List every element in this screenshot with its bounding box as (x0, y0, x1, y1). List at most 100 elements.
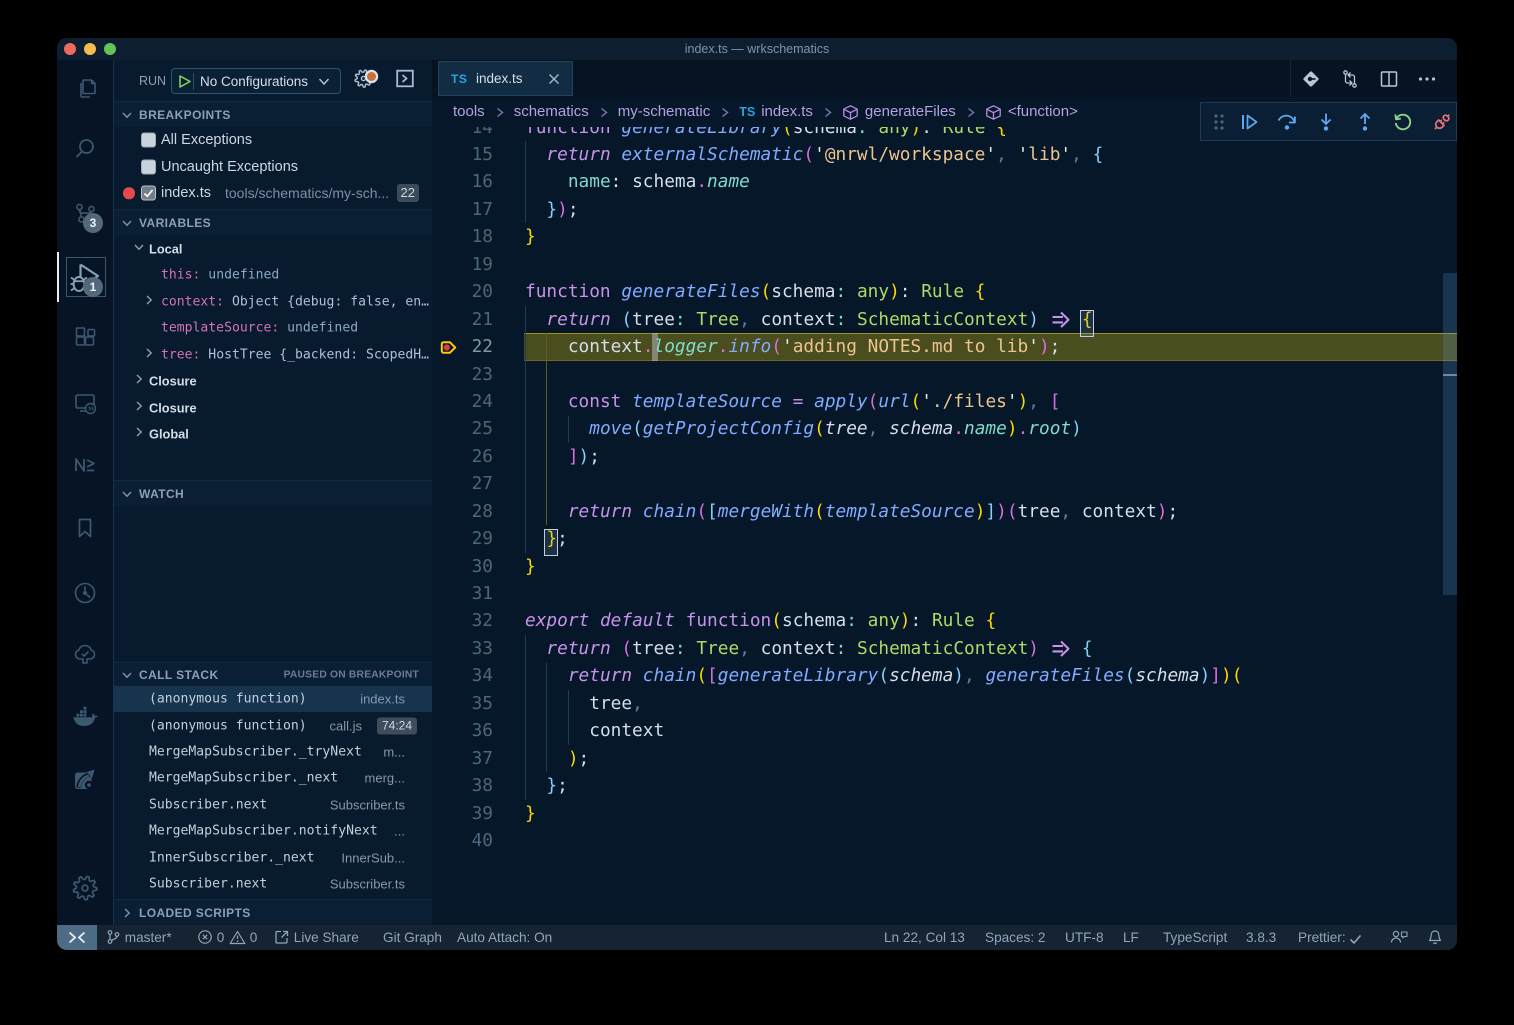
code-line[interactable]: 31 (432, 580, 1457, 607)
breadcrumb-item[interactable]: my-schematic (618, 97, 711, 127)
variables-row[interactable]: this: undefined (114, 262, 432, 289)
code-line[interactable]: 34 return chain([generateLibrary(schema)… (432, 662, 1457, 689)
code-line[interactable]: 23 (432, 361, 1457, 388)
activity-bar-item-remote-explorer[interactable] (57, 378, 113, 428)
activity-bar-item-explorer[interactable] (57, 63, 113, 113)
status-git-graph[interactable]: Git Graph (383, 925, 442, 950)
breakpoint-checkbox[interactable] (141, 186, 156, 201)
code-line[interactable]: 27 (432, 470, 1457, 497)
status-errors[interactable]: 0 (197, 925, 224, 950)
variables-row[interactable]: tree: HostTree {_backend: ScopedH… (114, 342, 432, 369)
editor-action-more-actions[interactable] (1414, 66, 1440, 92)
debug-toolbar-disconnect[interactable] (1427, 103, 1457, 140)
breakpoint-row[interactable]: All Exceptions (114, 127, 432, 154)
status-warnings[interactable]: 0 (229, 925, 257, 950)
section-header-loaded-scripts[interactable]: LOADED SCRIPTS (114, 899, 432, 925)
code-line[interactable]: 18} (432, 223, 1457, 250)
breadcrumb-item[interactable]: schematics (514, 97, 589, 127)
tab-index-ts[interactable]: TS index.ts (438, 61, 573, 96)
activity-bar-item-manage[interactable] (57, 863, 113, 913)
call-stack-frame[interactable]: MergeMapSubscriber._nextmerg... (114, 765, 432, 791)
code-line[interactable]: 30} (432, 553, 1457, 580)
code-line[interactable]: 19 (432, 251, 1457, 278)
code-line[interactable]: 28 return chain([mergeWith(templateSourc… (432, 498, 1457, 525)
activity-bar-item-share[interactable] (57, 755, 113, 805)
call-stack-frame[interactable]: Subscriber.nextSubscriber.ts (114, 792, 432, 818)
code-line[interactable]: 36 context (432, 717, 1457, 744)
editor-action-split-editor[interactable] (1376, 66, 1402, 92)
editor-action-open-changes[interactable] (1298, 66, 1324, 92)
call-stack-frame[interactable]: InnerSubscriber._nextInnerSub... (114, 844, 432, 870)
scrollbar-slider[interactable] (1443, 273, 1457, 595)
status-eol[interactable]: LF (1123, 925, 1139, 950)
code-line[interactable]: 22 context.logger.info('adding NOTES.md … (432, 333, 1457, 360)
code-line[interactable]: 25 move(getProjectConfig(tree, schema.na… (432, 415, 1457, 442)
activity-bar-item-search[interactable] (57, 123, 113, 173)
editor-action-switch-editor[interactable] (1337, 66, 1363, 92)
breadcrumb-item[interactable]: <function> (985, 97, 1078, 127)
code-line[interactable]: 39} (432, 800, 1457, 827)
breadcrumb-item[interactable]: TSindex.ts (739, 97, 813, 127)
breadcrumb-item[interactable]: generateFiles (842, 97, 956, 127)
status-live-share[interactable]: Live Share (274, 925, 359, 950)
activity-bar-item-nx-console[interactable] (57, 440, 113, 490)
status-encoding[interactable]: UTF-8 (1065, 925, 1104, 950)
activity-bar-item-history[interactable] (57, 568, 113, 618)
status-auto-attach[interactable]: Auto Attach: On (457, 925, 552, 950)
code-line[interactable]: 21 return (tree: Tree, context: Schemati… (432, 306, 1457, 333)
code-line[interactable]: 24 const templateSource = apply(url('./f… (432, 388, 1457, 415)
status-cursor-position[interactable]: Ln 22, Col 13 (884, 925, 965, 950)
call-stack-frame[interactable]: MergeMapSubscriber.notifyNext... (114, 818, 432, 844)
section-header-variables[interactable]: VARIABLES (114, 209, 432, 235)
code-line[interactable]: 33 return (tree: Tree, context: Schemati… (432, 635, 1457, 662)
status-prettier[interactable]: Prettier: (1298, 925, 1362, 950)
debug-toolbar-restart[interactable] (1388, 103, 1418, 140)
debug-toolbar-step-into[interactable] (1311, 103, 1341, 140)
code-line[interactable]: 20function generateFiles(schema: any): R… (432, 278, 1457, 305)
code-line[interactable]: 37 ); (432, 745, 1457, 772)
activity-bar-item-run-debug[interactable]: 1 (57, 252, 113, 302)
code-line[interactable]: 35 tree, (432, 690, 1457, 717)
code-line[interactable]: 32export default function(schema: any): … (432, 607, 1457, 634)
activity-bar-item-source-control[interactable]: 3 (57, 188, 113, 238)
breakpoint-row[interactable]: Uncaught Exceptions (114, 154, 432, 181)
call-stack-frame[interactable]: (anonymous function)call.js74:24 (114, 712, 432, 738)
run-configuration-dropdown[interactable]: No Configurations (171, 68, 341, 94)
section-header-watch[interactable]: WATCH (114, 480, 432, 506)
debug-toolbar-step-over[interactable] (1272, 103, 1302, 140)
variables-row[interactable]: Closure (114, 368, 432, 395)
code-line[interactable]: 15 return externalSchematic('@nrwl/works… (432, 141, 1457, 168)
breakpoint-checkbox[interactable] (141, 159, 156, 174)
status-remote-indicator[interactable] (57, 925, 97, 950)
start-debug-icon[interactable] (176, 73, 193, 95)
code-line[interactable]: 40 (432, 827, 1457, 854)
activity-bar-item-bookmarks[interactable] (57, 503, 113, 553)
activity-bar-item-extensions[interactable] (57, 313, 113, 363)
debug-current-line-arrow-icon[interactable] (440, 339, 457, 361)
debug-toolbar-continue[interactable] (1234, 103, 1264, 140)
variables-row[interactable]: context: Object {debug: false, en… (114, 289, 432, 316)
variables-row[interactable]: Local (114, 236, 432, 263)
breadcrumb-item[interactable]: tools (453, 97, 485, 127)
open-debug-console-icon[interactable] (396, 69, 414, 92)
variables-row[interactable]: Global (114, 421, 432, 448)
code-line[interactable]: 17 }); (432, 196, 1457, 223)
breakpoint-checkbox[interactable] (141, 133, 156, 148)
variables-row[interactable]: Closure (114, 395, 432, 422)
breakpoint-row[interactable]: index.tstools/schematics/my-sch...22 (114, 180, 432, 207)
status-language[interactable]: TypeScript (1163, 925, 1227, 950)
call-stack-frame[interactable]: MergeMapSubscriber._tryNextm... (114, 739, 432, 765)
section-header-call-stack[interactable]: CALL STACKPAUSED ON BREAKPOINT (114, 662, 432, 686)
status-feedback[interactable] (1389, 925, 1409, 950)
code-line[interactable]: 16 name: schema.name (432, 168, 1457, 195)
title-bar[interactable]: index.ts — wrkschematics (57, 38, 1457, 60)
activity-bar-item-todo-tree[interactable] (57, 630, 113, 680)
close-icon[interactable] (546, 71, 562, 92)
status-notifications[interactable] (1427, 925, 1443, 950)
code-viewport[interactable]: 14function generateLibrary(schema: any):… (432, 127, 1457, 925)
variables-row[interactable]: templateSource: undefined (114, 315, 432, 342)
activity-bar-item-docker[interactable] (57, 693, 113, 743)
call-stack-frame[interactable]: (anonymous function)index.ts (114, 686, 432, 712)
code-line[interactable]: 26 ]); (432, 443, 1457, 470)
call-stack-frame[interactable]: Subscriber.nextSubscriber.ts (114, 871, 432, 897)
